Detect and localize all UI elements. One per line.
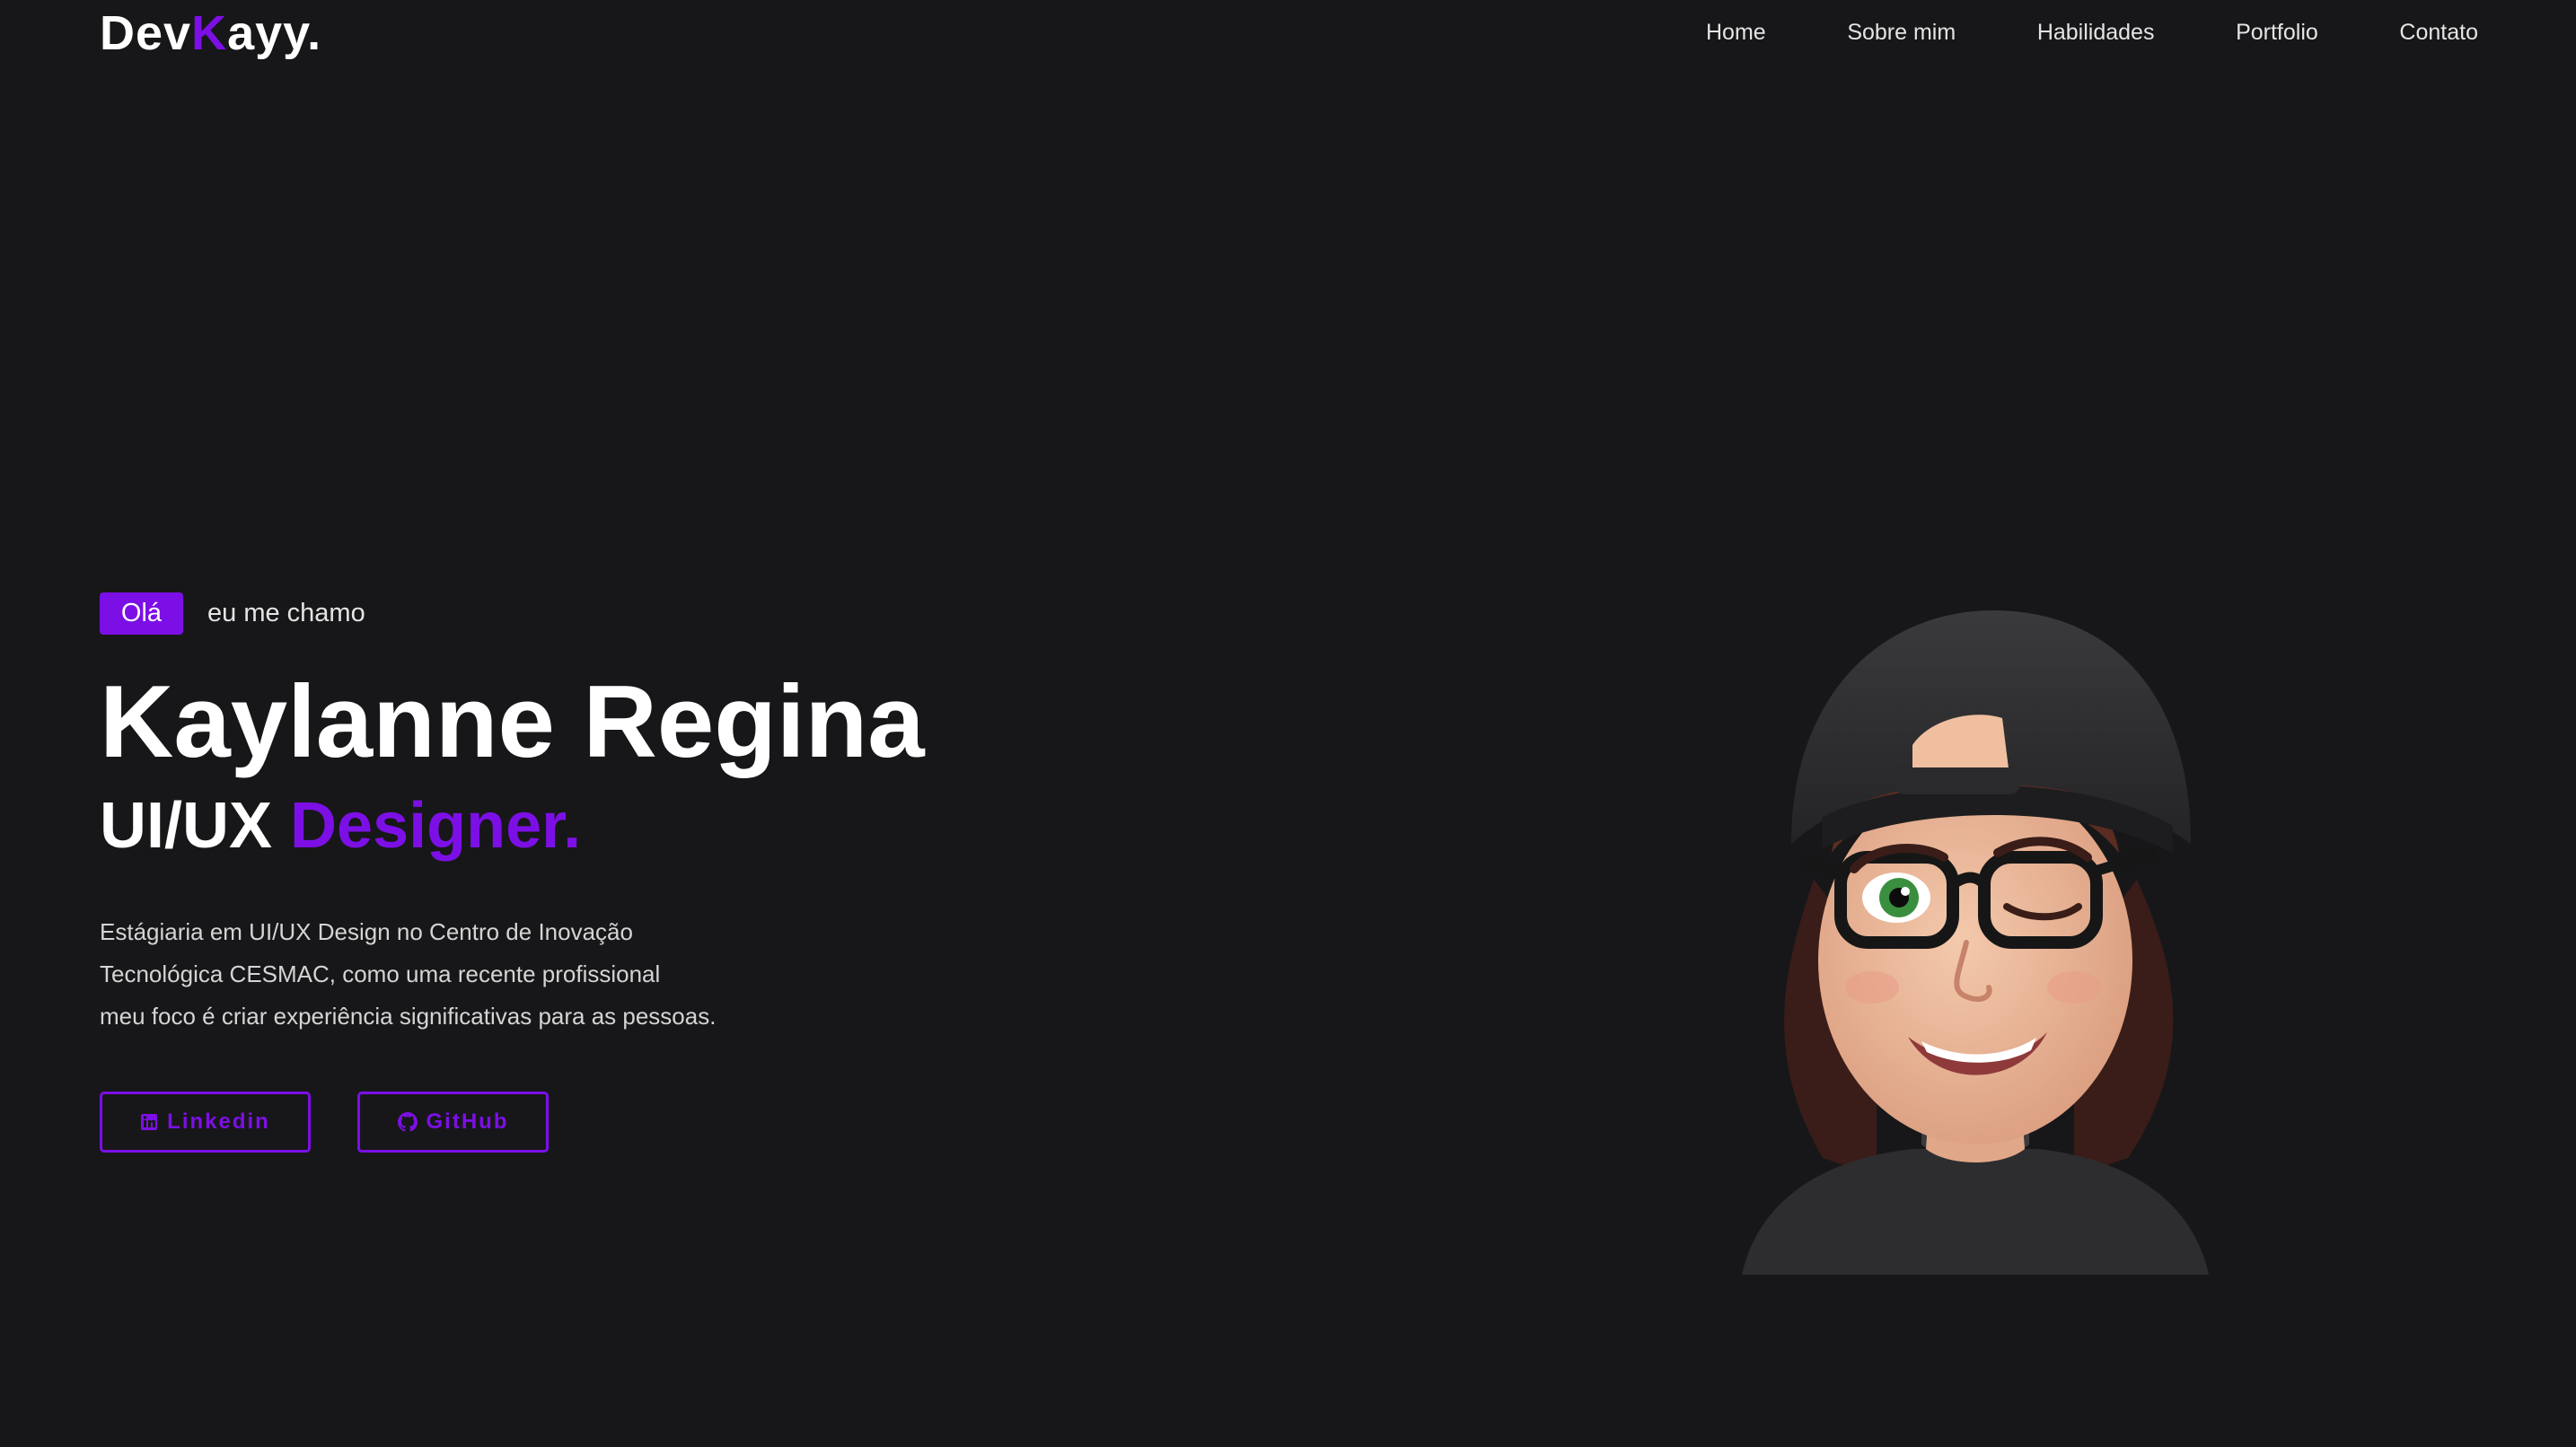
github-icon bbox=[397, 1112, 418, 1132]
linkedin-icon bbox=[140, 1113, 158, 1131]
role-prefix: UI/UX bbox=[100, 790, 273, 862]
bio-line-1: Estágiaria em UI/UX Design no Centro de … bbox=[100, 918, 633, 945]
logo-text-accent: K bbox=[191, 6, 228, 60]
linkedin-button[interactable]: Linkedin bbox=[100, 1092, 311, 1153]
logo-text-dev: Dev bbox=[100, 6, 192, 60]
avatar-illustration bbox=[1742, 610, 2209, 1275]
logo[interactable]: DevKayy. bbox=[100, 2, 321, 65]
nav-habilidades[interactable]: Habilidades bbox=[2037, 16, 2155, 48]
nav-home[interactable]: Home bbox=[1706, 16, 1766, 48]
logo-text-ayy: ayy. bbox=[227, 6, 322, 60]
linkedin-label: Linkedin bbox=[167, 1109, 270, 1134]
hello-badge: Olá bbox=[100, 592, 183, 635]
bio-line-2: Tecnológica CESMAC, como uma recente pro… bbox=[100, 960, 661, 987]
nav-contato[interactable]: Contato bbox=[2399, 16, 2478, 48]
bio-line-3: meu foco é criar experiência significati… bbox=[100, 1003, 717, 1030]
nav-sobre-mim[interactable]: Sobre mim bbox=[1847, 16, 1956, 48]
hero-name: Kaylanne Regina bbox=[100, 665, 925, 779]
github-button[interactable]: GitHub bbox=[357, 1092, 549, 1153]
role-accent: Designer. bbox=[290, 790, 582, 862]
main-nav: Home Sobre mim Habilidades Portfolio Con… bbox=[1706, 16, 2478, 48]
hero-bio: Estágiaria em UI/UX Design no Centro de … bbox=[100, 911, 800, 1038]
nav-portfolio[interactable]: Portfolio bbox=[2236, 16, 2318, 48]
greeting-text: eu me chamo bbox=[207, 599, 365, 627]
github-label: GitHub bbox=[426, 1109, 509, 1134]
hero-role: UI/UX Designer. bbox=[100, 785, 581, 866]
